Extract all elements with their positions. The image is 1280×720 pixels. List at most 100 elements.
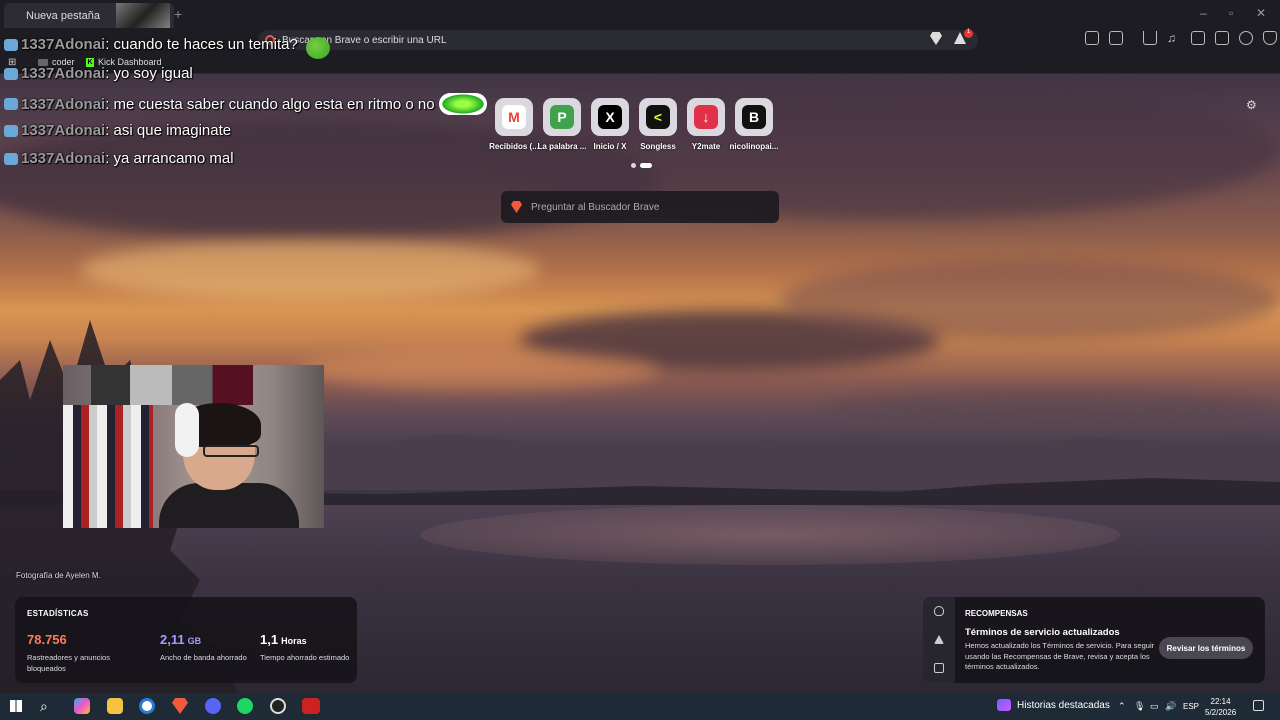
wallet-panel-icon[interactable]	[1215, 31, 1229, 45]
stats-title: ESTADÍSTICAS	[27, 609, 89, 618]
chat-text: ya arrancamo mal	[113, 150, 234, 167]
chat-text: yo soy igual	[113, 65, 193, 82]
top-site-recibidos[interactable]: M Recibidos (...	[489, 98, 539, 151]
chat-message: 1337Adonai: ya arrancamo mal	[4, 150, 234, 167]
rewards-triangle-icon[interactable]	[934, 635, 944, 644]
windows-start-icon[interactable]	[10, 700, 22, 712]
top-site-la-palabra[interactable]: P La palabra ...	[538, 98, 586, 151]
stat-bandwidth: 2,11 GB Ancho de banda ahorrado	[160, 631, 250, 663]
widget-switcher	[923, 597, 955, 683]
top-site-songless[interactable]: < Songless	[639, 98, 677, 151]
rewards-body: Hemos actualizado los Términos de servic…	[965, 641, 1155, 671]
close-icon[interactable]: ✕	[1256, 6, 1266, 20]
songless-icon: <	[646, 105, 670, 129]
chat-message: 1337Adonai: me cuesta saber cuando algo …	[4, 93, 487, 115]
stat-value: 2,11	[160, 632, 185, 647]
copilot-icon[interactable]	[74, 698, 90, 714]
chat-text: me cuesta saber cuando algo esta en ritm…	[113, 95, 435, 113]
file-explorer-icon[interactable]	[107, 698, 123, 714]
leo-ai-icon[interactable]	[1239, 31, 1253, 45]
stats-widget: ESTADÍSTICAS 78.756 Rastreadores y anunc…	[15, 597, 357, 683]
photo-credit[interactable]: Fotografía de Ayelen M.	[16, 571, 101, 580]
pager-dot[interactable]	[631, 163, 636, 168]
language-indicator[interactable]: ESP	[1183, 702, 1199, 711]
taskbar-clock[interactable]: 22:14 5/2/2026	[1205, 696, 1236, 718]
wallet-icon[interactable]	[1109, 31, 1123, 45]
stat-value: 78.756	[27, 632, 67, 647]
pepe-emote-icon	[306, 37, 330, 59]
chat-username: 1337Adonai	[21, 95, 106, 113]
discord-icon[interactable]	[205, 698, 221, 714]
news-widget-label[interactable]: Historias destacadas	[1017, 700, 1110, 711]
minimize-icon[interactable]: –	[1200, 6, 1207, 20]
y2mate-download-icon: ↓	[694, 105, 718, 129]
volume-icon[interactable]: 🔊	[1165, 701, 1176, 712]
top-site-x[interactable]: X Inicio / X	[591, 98, 629, 151]
notifications-icon[interactable]	[1253, 700, 1264, 711]
b-logo-icon: B	[742, 105, 766, 129]
video-app-icon[interactable]	[302, 698, 320, 714]
subscriber-badge-icon	[4, 152, 18, 165]
tab-title: Nueva pestaña	[26, 9, 100, 22]
chat-username: 1337Adonai	[21, 36, 106, 53]
stat-value: 1,1	[260, 632, 279, 647]
customize-gear-icon[interactable]: ⚙	[1246, 98, 1257, 112]
stat-desc: Tiempo ahorrado estimado	[260, 653, 350, 662]
subscriber-badge-icon	[4, 98, 18, 110]
news-widget-icon[interactable]	[997, 699, 1011, 711]
chat-username: 1337Adonai	[21, 150, 106, 167]
chat-message: 1337Adonai: yo soy igual	[4, 65, 193, 82]
vpn-icon[interactable]	[1263, 31, 1277, 45]
x-logo-icon: X	[598, 105, 622, 129]
pager-dot-active[interactable]	[640, 163, 652, 168]
extensions-icon[interactable]	[1085, 31, 1099, 45]
brave-logo-icon	[511, 201, 522, 213]
network-icon[interactable]: ▭	[1150, 701, 1159, 712]
chat-text: cuando te haces un temita?	[113, 36, 298, 53]
subscriber-badge-icon	[4, 67, 18, 80]
tray-overflow-icon[interactable]: ⌃	[1118, 701, 1126, 712]
address-bar[interactable]: Buscar con Brave o escribir una URL	[258, 30, 978, 50]
stat-unit: Horas	[281, 636, 307, 646]
chat-username: 1337Adonai	[21, 65, 106, 82]
subscriber-badge-icon	[4, 124, 18, 137]
rewards-badge: 1	[964, 29, 973, 38]
gmail-icon: M	[502, 105, 526, 129]
stat-trackers: 78.756 Rastreadores y anuncios bloqueado…	[27, 631, 117, 674]
brave-search-box[interactable]: Preguntar al Buscador Brave	[501, 191, 779, 223]
top-site-y2mate[interactable]: ↓ Y2mate	[687, 98, 725, 151]
chrome-like-icon[interactable]	[139, 698, 155, 714]
rewards-shield-icon[interactable]	[934, 606, 944, 616]
grin-emote-icon	[438, 93, 487, 115]
stat-desc: Rastreadores y anuncios bloqueados	[27, 653, 110, 673]
search-placeholder: Preguntar al Buscador Brave	[531, 201, 660, 213]
review-terms-button[interactable]: Revisar los términos	[1159, 637, 1253, 659]
stat-time: 1,1 Horas Tiempo ahorrado estimado	[260, 631, 350, 663]
chat-text: asi que imaginate	[113, 122, 232, 139]
microphone-icon[interactable]: 🎙	[1134, 701, 1145, 712]
new-tab-button[interactable]: +	[174, 6, 182, 22]
chat-message: 1337Adonai: cuando te haces un temita?	[4, 36, 298, 53]
chat-message: 1337Adonai: asi que imaginate	[4, 122, 231, 139]
sidebar-icon[interactable]	[1191, 31, 1205, 45]
la-palabra-icon: P	[550, 105, 574, 129]
stat-desc: Ancho de banda ahorrado	[160, 653, 247, 662]
top-sites-pager[interactable]	[631, 163, 652, 168]
tab-preview-thumbnail	[116, 3, 170, 30]
brave-shields-icon[interactable]	[930, 32, 942, 45]
obs-icon[interactable]	[270, 698, 286, 714]
spotify-icon[interactable]	[237, 698, 253, 714]
subscriber-badge-icon	[4, 38, 18, 51]
music-icon[interactable]: ♫	[1167, 31, 1181, 45]
maximize-icon[interactable]: ▫	[1229, 6, 1233, 20]
clock-date: 5/2/2026	[1205, 708, 1237, 717]
clock-time: 22:14	[1210, 697, 1231, 706]
top-site-label: nicolinopai...	[729, 142, 779, 151]
webcam-overlay	[63, 365, 324, 528]
top-site-nicolinopai[interactable]: B nicolinopai...	[730, 98, 778, 151]
downloads-icon[interactable]	[1143, 31, 1157, 45]
search-icon[interactable]: ⌕	[40, 698, 48, 715]
rewards-widget: RECOMPENSAS Términos de servicio actuali…	[923, 597, 1265, 683]
vpn-card-icon[interactable]	[934, 663, 944, 673]
tab-strip	[0, 0, 1280, 28]
